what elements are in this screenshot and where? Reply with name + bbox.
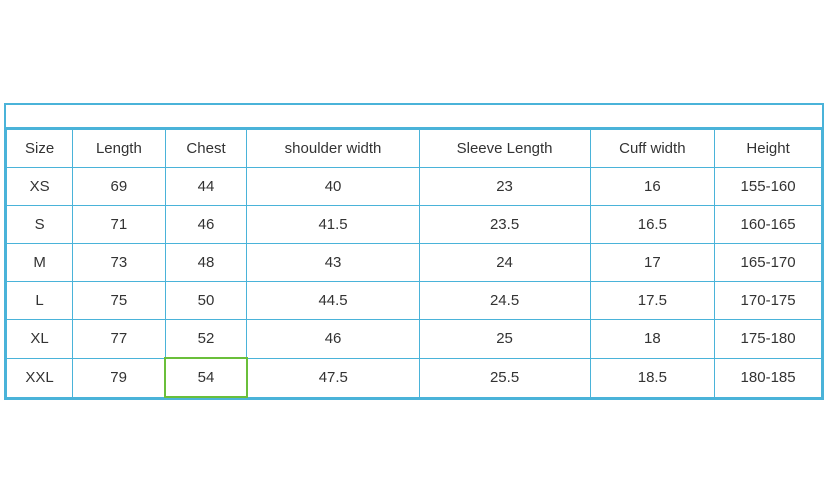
table-cell: 41.5	[247, 206, 419, 244]
size-table: Size Length Chest shoulder width Sleeve …	[6, 129, 822, 398]
table-cell: 69	[73, 168, 165, 206]
table-row: M7348432417165-170	[7, 244, 822, 282]
table-cell: 170-175	[715, 282, 822, 320]
table-cell: 24.5	[419, 282, 590, 320]
table-cell: 71	[73, 206, 165, 244]
table-cell: 44	[165, 168, 247, 206]
col-header-cuff: Cuff width	[590, 130, 715, 168]
table-header-row: Size Length Chest shoulder width Sleeve …	[7, 130, 822, 168]
table-cell: 155-160	[715, 168, 822, 206]
table-cell: 24	[419, 244, 590, 282]
table-cell: XXL	[7, 358, 73, 397]
table-cell: 52	[165, 320, 247, 359]
table-cell: 16.5	[590, 206, 715, 244]
table-cell: 165-170	[715, 244, 822, 282]
table-cell: 17.5	[590, 282, 715, 320]
col-header-shoulder: shoulder width	[247, 130, 419, 168]
table-cell: 79	[73, 358, 165, 397]
table-cell: 46	[247, 320, 419, 359]
table-cell: 18	[590, 320, 715, 359]
table-body: XS6944402316155-160S714641.523.516.5160-…	[7, 168, 822, 398]
table-cell: 40	[247, 168, 419, 206]
table-cell: 77	[73, 320, 165, 359]
table-cell: 23	[419, 168, 590, 206]
table-cell: 75	[73, 282, 165, 320]
table-cell: 17	[590, 244, 715, 282]
table-cell: 25	[419, 320, 590, 359]
col-header-sleeve: Sleeve Length	[419, 130, 590, 168]
table-cell: 44.5	[247, 282, 419, 320]
table-cell: 73	[73, 244, 165, 282]
table-cell: 47.5	[247, 358, 419, 397]
table-row: S714641.523.516.5160-165	[7, 206, 822, 244]
table-cell: 43	[247, 244, 419, 282]
table-cell: L	[7, 282, 73, 320]
table-cell: 160-165	[715, 206, 822, 244]
table-row: XS6944402316155-160	[7, 168, 822, 206]
col-header-height: Height	[715, 130, 822, 168]
table-cell: 18.5	[590, 358, 715, 397]
table-cell: 180-185	[715, 358, 822, 397]
table-cell: S	[7, 206, 73, 244]
col-header-length: Length	[73, 130, 165, 168]
table-row: XL7752462518175-180	[7, 320, 822, 359]
table-cell: 46	[165, 206, 247, 244]
table-cell: XL	[7, 320, 73, 359]
col-header-chest: Chest	[165, 130, 247, 168]
table-row: L755044.524.517.5170-175	[7, 282, 822, 320]
chart-title	[6, 105, 822, 129]
table-cell: 23.5	[419, 206, 590, 244]
col-header-size: Size	[7, 130, 73, 168]
size-chart-container: Size Length Chest shoulder width Sleeve …	[4, 103, 824, 400]
table-cell: 16	[590, 168, 715, 206]
table-cell: 50	[165, 282, 247, 320]
table-cell: 48	[165, 244, 247, 282]
table-cell: 175-180	[715, 320, 822, 359]
table-cell: XS	[7, 168, 73, 206]
table-cell: 54	[165, 358, 247, 397]
table-cell: 25.5	[419, 358, 590, 397]
table-cell: M	[7, 244, 73, 282]
table-row: XXL795447.525.518.5180-185	[7, 358, 822, 397]
